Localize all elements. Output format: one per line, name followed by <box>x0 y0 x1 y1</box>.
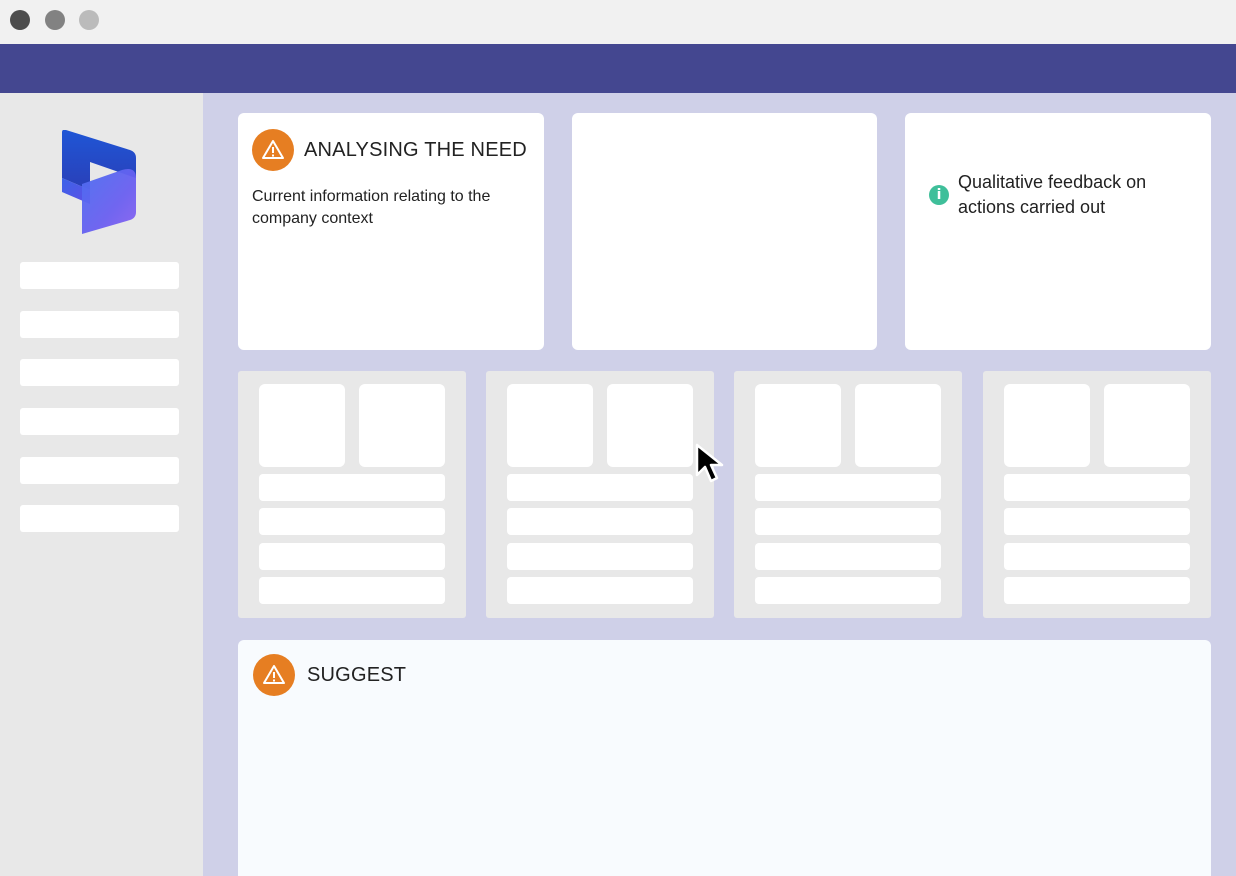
list-item[interactable] <box>259 543 445 570</box>
list-item[interactable] <box>259 508 445 535</box>
list-item[interactable] <box>1004 474 1190 501</box>
mouse-pointer-icon <box>694 442 732 489</box>
sidebar-item[interactable] <box>20 359 179 386</box>
window-minimize-button[interactable] <box>45 10 65 30</box>
list-item[interactable] <box>507 577 693 604</box>
suggest-title: SUGGEST <box>307 664 407 686</box>
list-item[interactable] <box>755 543 941 570</box>
app-header-bar <box>0 44 1236 93</box>
list-item[interactable] <box>755 508 941 535</box>
tile[interactable] <box>855 384 941 467</box>
sidebar-item[interactable] <box>20 311 179 338</box>
panel[interactable] <box>486 371 714 618</box>
tile[interactable] <box>507 384 593 467</box>
tile[interactable] <box>1104 384 1190 467</box>
list-item[interactable] <box>507 508 693 535</box>
analysis-card[interactable]: ANALYSING THE NEED Current information r… <box>238 113 544 350</box>
panel[interactable] <box>238 371 466 618</box>
window-titlebar <box>0 0 1236 44</box>
list-item[interactable] <box>1004 577 1190 604</box>
window-maximize-button[interactable] <box>79 10 99 30</box>
list-item[interactable] <box>259 474 445 501</box>
panel[interactable] <box>983 371 1211 618</box>
list-item[interactable] <box>507 543 693 570</box>
sidebar-item[interactable] <box>20 408 179 435</box>
sidebar-item[interactable] <box>20 262 179 289</box>
list-item[interactable] <box>1004 508 1190 535</box>
tile[interactable] <box>607 384 693 467</box>
sidebar-item[interactable] <box>20 505 179 532</box>
list-item[interactable] <box>755 577 941 604</box>
dynamics-logo[interactable] <box>60 129 140 236</box>
tile[interactable] <box>1004 384 1090 467</box>
list-item[interactable] <box>259 577 445 604</box>
feedback-card[interactable]: i Qualitative feedback on actions carrie… <box>905 113 1211 350</box>
panel[interactable] <box>734 371 962 618</box>
window-close-button[interactable] <box>10 10 30 30</box>
list-item[interactable] <box>755 474 941 501</box>
sidebar-item[interactable] <box>20 457 179 484</box>
tile[interactable] <box>755 384 841 467</box>
warning-icon <box>252 129 294 171</box>
list-item[interactable] <box>1004 543 1190 570</box>
feedback-text: Qualitative feedback on actions carried … <box>958 172 1147 217</box>
warning-icon <box>253 654 295 696</box>
info-icon: i <box>929 185 949 205</box>
analysis-description: Current information relating to the comp… <box>252 188 491 227</box>
suggest-card[interactable]: SUGGEST <box>238 640 1211 876</box>
analysis-title: ANALYSING THE NEED <box>304 139 527 161</box>
empty-card[interactable] <box>572 113 877 350</box>
list-item[interactable] <box>507 474 693 501</box>
tile[interactable] <box>359 384 445 467</box>
tile[interactable] <box>259 384 345 467</box>
